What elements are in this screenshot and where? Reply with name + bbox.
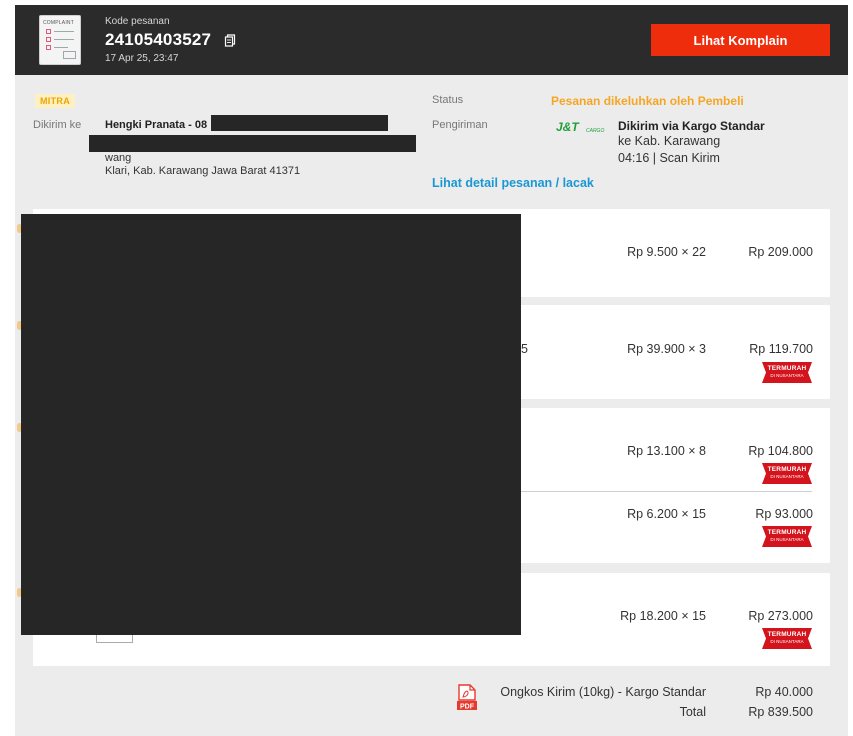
item-price-qty: Rp 13.100 × 8 bbox=[627, 444, 706, 458]
item-price-qty: Rp 6.200 × 15 bbox=[627, 507, 706, 521]
courier-logo-sub: CARGO bbox=[586, 128, 604, 134]
copy-icon[interactable] bbox=[224, 34, 236, 47]
address-line-2: Klari, Kab. Karawang Jawa Barat 41371 bbox=[105, 165, 301, 177]
shipping-label: Pengiriman bbox=[432, 119, 488, 131]
badge-line-1: TERMURAH bbox=[767, 365, 807, 372]
order-header: COMPLAINT Kode pesanan 24105403527 17 Ap… bbox=[15, 5, 848, 75]
view-complaint-button[interactable]: Lihat Komplain bbox=[651, 24, 830, 56]
item-price-qty: Rp 39.900 × 3 bbox=[627, 342, 706, 356]
order-date: 17 Apr 25, 23:47 bbox=[105, 53, 179, 64]
complaint-document-icon: COMPLAINT bbox=[39, 15, 81, 65]
badge-line-2: DI NUSANTARA bbox=[770, 474, 804, 479]
cheapest-promo-badge: TERMURAH DI NUSANTARA bbox=[762, 463, 812, 484]
order-detail-panel: COMPLAINT Kode pesanan 24105403527 17 Ap… bbox=[15, 5, 848, 736]
redaction-products bbox=[21, 214, 521, 635]
mitra-badge: MITRA bbox=[35, 94, 75, 108]
courier-logo-text: J&T bbox=[556, 120, 580, 134]
jnt-cargo-logo: J&T CARGO bbox=[556, 120, 604, 134]
order-number: 24105403527 bbox=[105, 30, 212, 49]
cheapest-promo-badge: TERMURAH DI NUSANTARA bbox=[762, 628, 812, 649]
address-line-1: wang bbox=[105, 152, 132, 164]
item-subtotal: Rp 93.000 bbox=[755, 507, 813, 521]
item-subtotal: Rp 104.800 bbox=[748, 444, 813, 458]
badge-line-2: DI NUSANTARA bbox=[770, 639, 804, 644]
cheapest-promo-badge: TERMURAH DI NUSANTARA bbox=[762, 526, 812, 547]
complaint-icon-label: COMPLAINT bbox=[43, 20, 74, 26]
item-subtotal: Rp 119.700 bbox=[749, 342, 813, 356]
shipping-method: Dikirim via Kargo Standar bbox=[618, 119, 765, 133]
shipping-destination: ke Kab. Karawang bbox=[618, 134, 721, 148]
item-price-qty: Rp 18.200 × 15 bbox=[620, 609, 706, 623]
order-detail-track-link[interactable]: Lihat detail pesanan / lacak bbox=[432, 176, 594, 190]
pdf-icon-text: PDF bbox=[460, 704, 475, 711]
cheapest-promo-badge: TERMURAH DI NUSANTARA bbox=[762, 362, 812, 383]
badge-line-2: DI NUSANTARA bbox=[770, 537, 804, 542]
status-value: Pesanan dikeluhkan oleh Pembeli bbox=[551, 94, 744, 108]
order-code-label: Kode pesanan bbox=[105, 16, 170, 27]
redaction-phone bbox=[211, 115, 388, 131]
redaction-address bbox=[89, 135, 416, 152]
shipping-scan-status: 04:16 | Scan Kirim bbox=[618, 151, 720, 165]
item-price-qty: Rp 9.500 × 22 bbox=[627, 245, 706, 259]
shipping-fee-value: Rp 40.000 bbox=[755, 685, 813, 699]
total-value: Rp 839.500 bbox=[748, 705, 813, 719]
badge-line-1: TERMURAH bbox=[767, 631, 807, 638]
shipping-fee-label: Ongkos Kirim (10kg) - Kargo Standar bbox=[500, 685, 706, 699]
item-subtotal: Rp 209.000 bbox=[748, 245, 813, 259]
status-label: Status bbox=[432, 94, 464, 106]
item-subtotal: Rp 273.000 bbox=[748, 609, 813, 623]
recipient-name: Hengki Pranata - 08 bbox=[105, 119, 208, 131]
badge-line-2: DI NUSANTARA bbox=[770, 373, 804, 378]
item-name-fragment: 5 bbox=[521, 342, 528, 356]
badge-line-1: TERMURAH bbox=[767, 466, 807, 473]
sent-to-label: Dikirim ke bbox=[33, 119, 82, 131]
pdf-download-icon[interactable]: PDF bbox=[456, 684, 478, 711]
badge-line-1: TERMURAH bbox=[767, 529, 807, 536]
total-label: Total bbox=[679, 705, 706, 719]
